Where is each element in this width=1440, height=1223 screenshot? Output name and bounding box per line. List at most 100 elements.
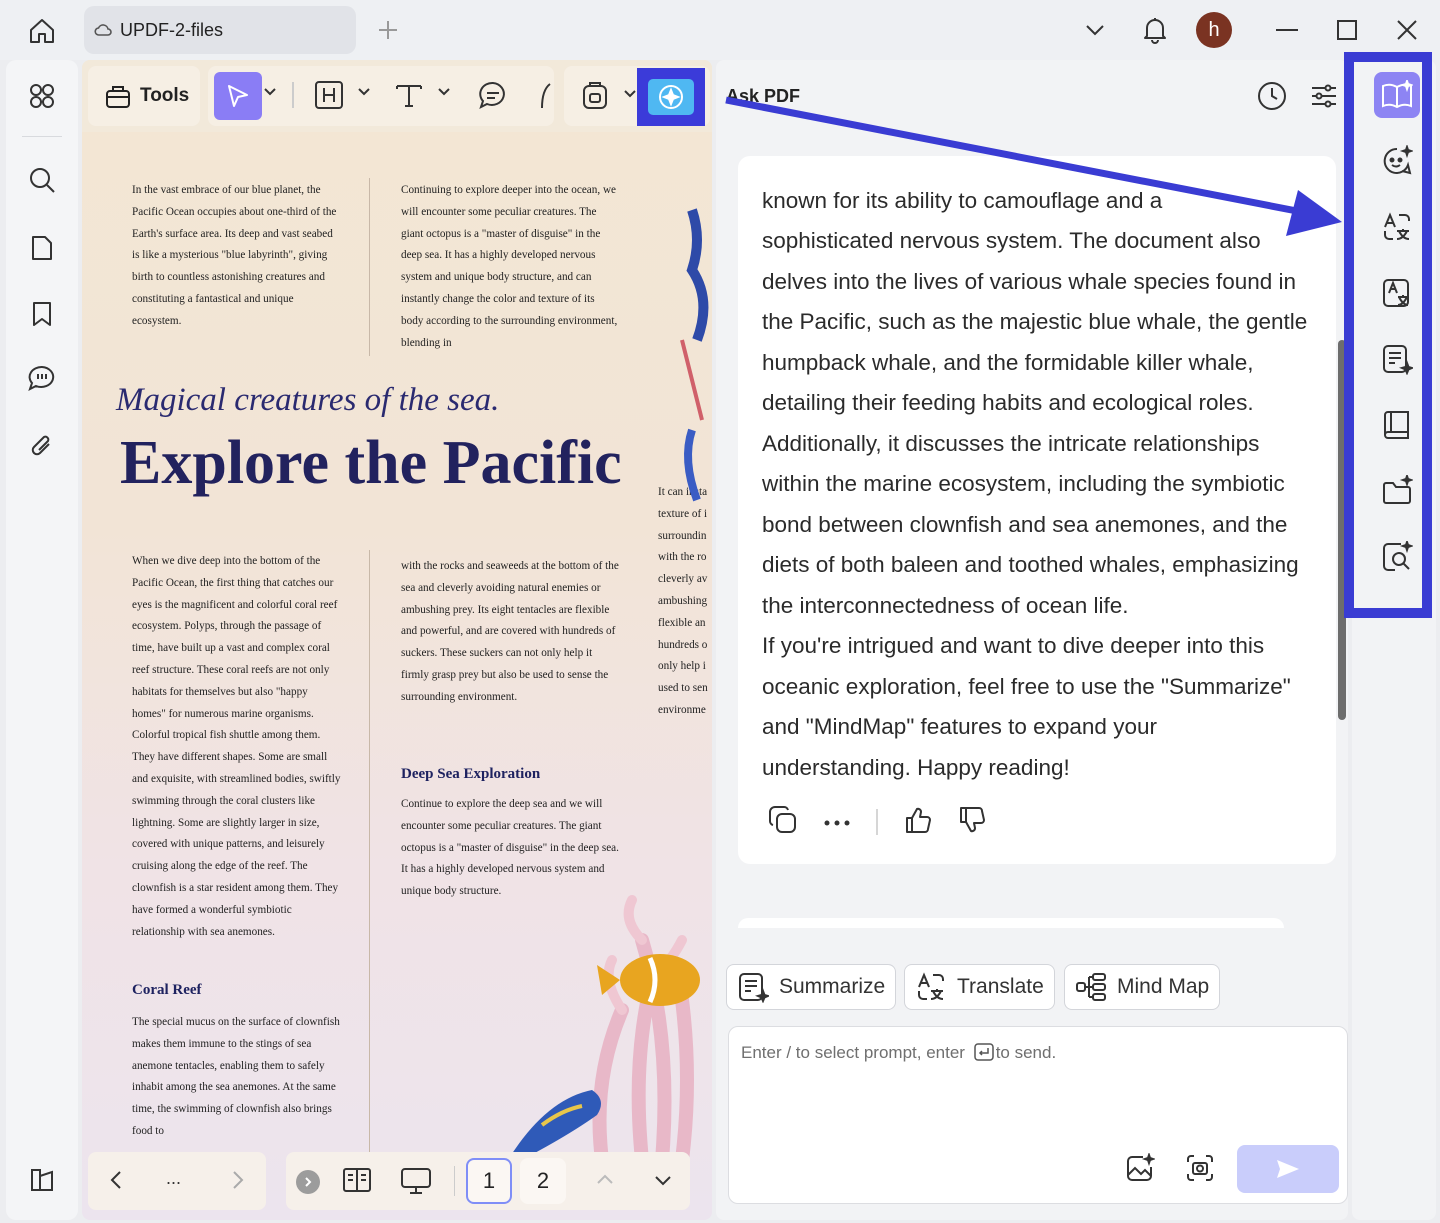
mind-map-icon — [1076, 973, 1106, 1001]
prompt-input[interactable]: Enter / to select prompt, enter to send. — [728, 1026, 1348, 1204]
chevron-down-icon — [624, 90, 636, 98]
maximize-icon — [1337, 20, 1357, 40]
page-icon — [32, 236, 52, 260]
thumbs-up-button[interactable] — [904, 806, 932, 839]
answer-line: detailing their feeding habits and ecolo… — [762, 390, 1254, 415]
nav-divider — [22, 136, 62, 137]
document-viewer[interactable]: Tools In the vast embrace of our blue pl — [82, 60, 712, 1220]
chevron-down-icon — [264, 88, 276, 96]
clock-icon — [1258, 82, 1286, 110]
close-button[interactable] — [1388, 11, 1426, 49]
select-tool-button[interactable] — [214, 72, 262, 120]
tools-label: Tools — [140, 85, 190, 106]
placeholder-text-a: Enter / to select prompt, enter — [741, 1043, 965, 1062]
collapse-button[interactable] — [296, 1170, 320, 1194]
next-page-button[interactable] — [654, 1174, 672, 1192]
page-navigation-right: 1 2 — [286, 1152, 690, 1210]
more-horizontal-icon — [824, 820, 850, 826]
minimize-button[interactable] — [1268, 11, 1306, 49]
ai-sparkle-icon — [659, 85, 683, 109]
toolbar-divider — [292, 82, 294, 108]
ocr-dropdown-button[interactable] — [624, 90, 636, 98]
bookmark-icon — [33, 302, 51, 326]
comment-tool-button[interactable] — [478, 80, 508, 110]
attachments-button[interactable] — [22, 426, 62, 466]
home-button[interactable] — [22, 12, 62, 50]
title-bar: UPDF-2-files h — [0, 0, 1440, 60]
tabs-dropdown-button[interactable] — [1076, 11, 1114, 49]
more-button[interactable]: ... — [166, 1168, 181, 1189]
text-tool-button[interactable] — [394, 80, 424, 110]
mind-map-label: Mind Map — [1117, 975, 1210, 998]
pages-button[interactable] — [22, 228, 62, 268]
minimize-icon — [1276, 29, 1298, 31]
settings-button[interactable] — [1304, 76, 1344, 116]
sidebar-toggle-icon — [31, 1169, 53, 1191]
more-options-button[interactable] — [824, 813, 850, 831]
display-mode-button[interactable] — [22, 1160, 62, 1200]
tools-button[interactable]: Tools — [88, 66, 200, 126]
pen-icon — [541, 83, 551, 109]
maximize-button[interactable] — [1328, 11, 1366, 49]
page-2-button[interactable]: 2 — [520, 1158, 566, 1204]
select-dropdown-button[interactable] — [264, 88, 276, 96]
document-toolbar: Tools — [82, 60, 712, 132]
copy-icon — [769, 805, 796, 833]
page-1-button[interactable]: 1 — [466, 1158, 512, 1204]
thumbs-up-icon — [906, 807, 931, 833]
ai-answer-card: known for its ability to camouflage and … — [738, 156, 1336, 864]
screenshot-button[interactable] — [1183, 1151, 1217, 1185]
chevron-down-icon — [358, 88, 370, 96]
toolbox-icon — [106, 86, 130, 108]
answer-line: bond between clownfish and sea anemones,… — [762, 511, 1288, 537]
document-tab-label: UPDF-2-files — [120, 19, 224, 40]
chevron-down-icon — [655, 1176, 671, 1186]
translate-button[interactable]: Translate — [904, 964, 1055, 1010]
cursor-icon — [228, 85, 248, 107]
page-layout-button[interactable] — [342, 1166, 372, 1199]
thumbs-down-button[interactable] — [958, 806, 986, 839]
back-button[interactable] — [110, 1170, 122, 1195]
chevron-down-icon — [438, 88, 450, 96]
heading-icon — [315, 81, 343, 109]
heading-dropdown-button[interactable] — [358, 88, 370, 96]
notifications-button[interactable] — [1136, 11, 1174, 49]
previous-page-button[interactable] — [596, 1172, 614, 1190]
pen-tool-button[interactable] — [538, 80, 552, 110]
presentation-button[interactable] — [400, 1166, 432, 1201]
document-tab[interactable]: UPDF-2-files — [84, 6, 356, 54]
ocr-tool-button[interactable] — [582, 82, 608, 110]
text-dropdown-button[interactable] — [438, 88, 450, 96]
history-button[interactable] — [1252, 76, 1292, 116]
summarize-button[interactable]: Summarize — [726, 964, 897, 1010]
new-tab-button[interactable] — [372, 14, 404, 46]
comment-icon — [28, 365, 55, 391]
edit-tools-group — [208, 66, 554, 126]
search-button[interactable] — [22, 160, 62, 200]
ai-answer-text: known for its ability to camouflage and … — [762, 156, 1322, 788]
camera-scan-icon — [1187, 1155, 1213, 1181]
paperclip-icon — [31, 435, 50, 456]
thumbnails-button[interactable] — [22, 76, 62, 116]
grid-icon — [30, 84, 54, 108]
ask-pdf-panel: Ask PDF known for its ability to camoufl… — [716, 60, 1348, 1220]
heading-tool-button[interactable] — [314, 80, 344, 110]
actions-divider — [876, 809, 878, 835]
answer-line-cropped — [762, 156, 1322, 181]
pager-divider — [454, 1166, 455, 1196]
copy-button[interactable] — [768, 805, 798, 840]
user-avatar[interactable]: h — [1196, 12, 1232, 48]
forward-button[interactable] — [232, 1170, 244, 1195]
page-navigation-left: ... — [88, 1152, 266, 1210]
send-button[interactable] — [1237, 1145, 1339, 1193]
comments-button[interactable] — [22, 358, 62, 398]
send-icon — [1277, 1160, 1299, 1178]
bookmarks-button[interactable] — [22, 294, 62, 334]
ai-assistant-button[interactable] — [637, 68, 705, 126]
mind-map-button[interactable]: Mind Map — [1064, 964, 1221, 1010]
answer-line: understanding. Happy reading! — [762, 754, 1070, 780]
upload-image-button[interactable] — [1123, 1151, 1157, 1185]
bell-icon — [1144, 18, 1166, 44]
chevron-down-icon — [1086, 25, 1104, 36]
answer-line: the interconnectedness of ocean life. — [762, 592, 1129, 618]
